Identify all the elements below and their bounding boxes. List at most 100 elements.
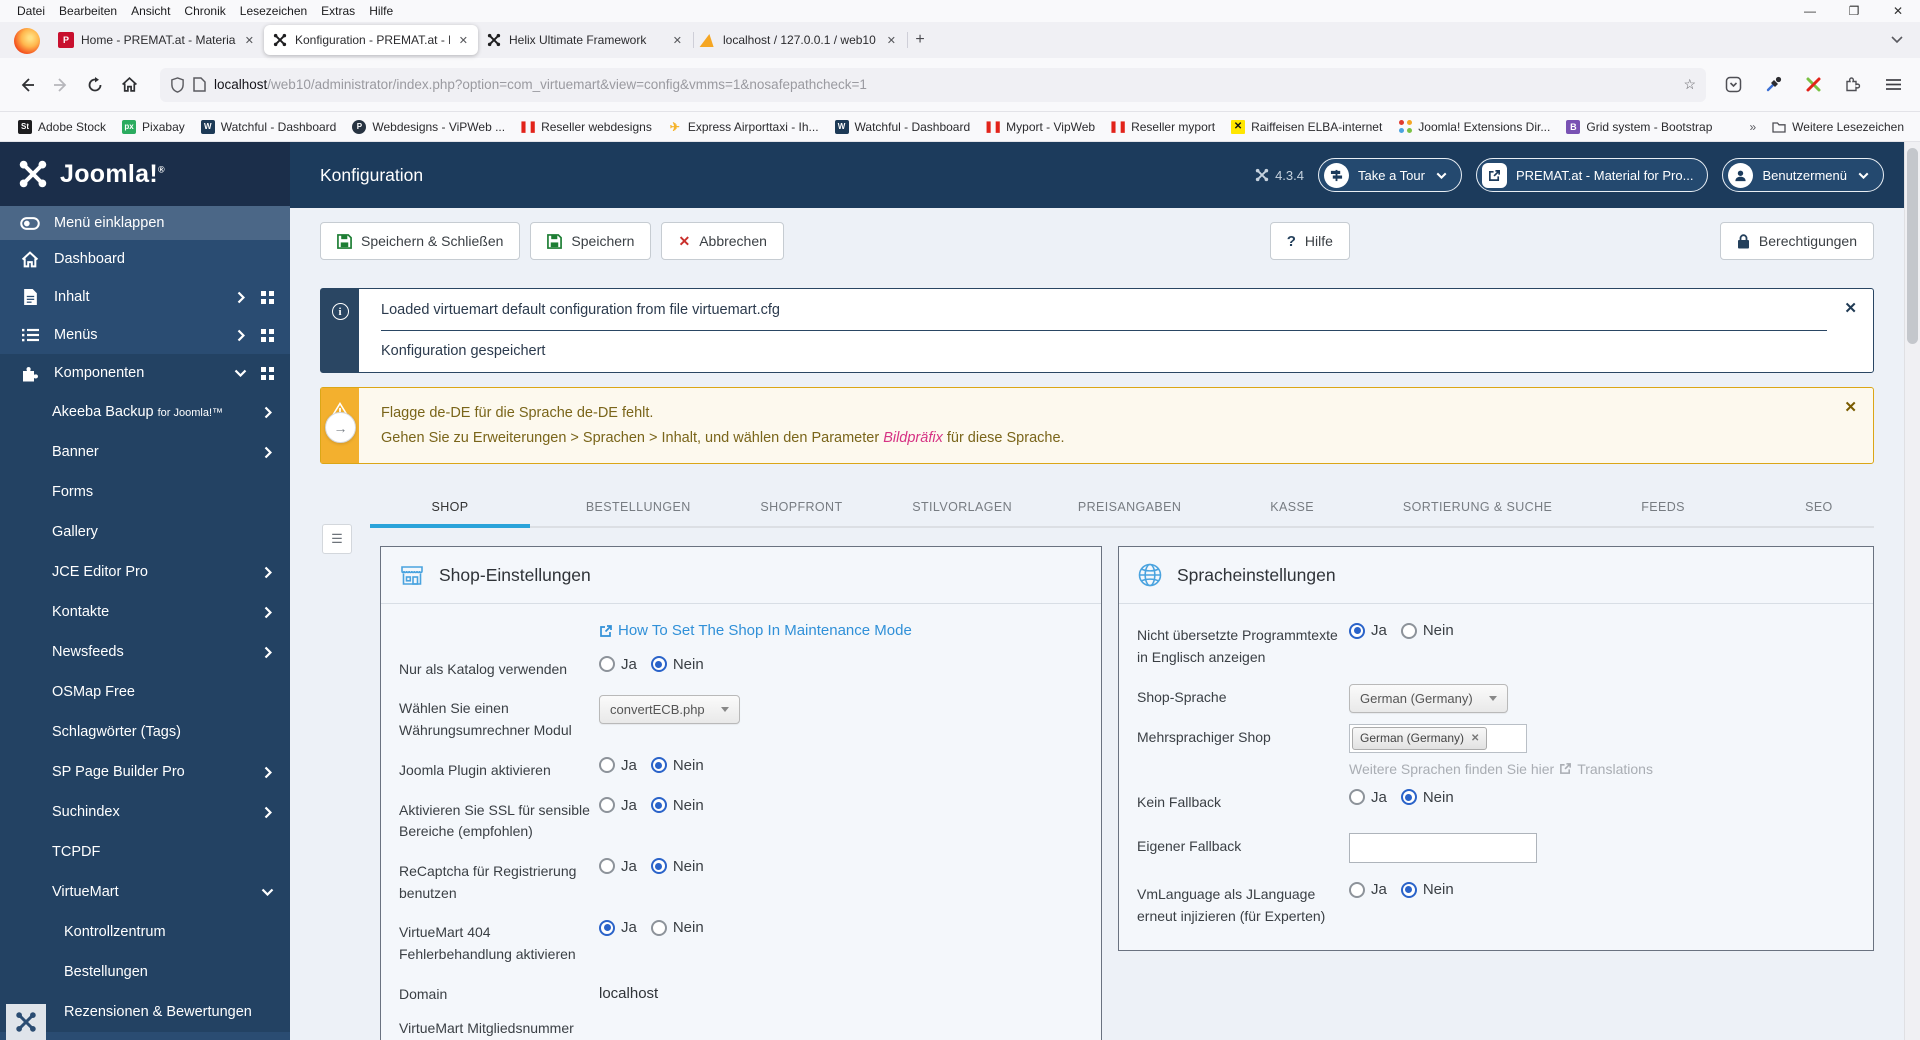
menu-datei[interactable]: Datei — [10, 2, 52, 20]
shield-icon[interactable] — [170, 76, 185, 93]
radio-ja[interactable]: Ja — [599, 757, 637, 774]
page-info-icon[interactable] — [193, 77, 206, 92]
help-button[interactable]: ? Hilfe — [1269, 222, 1350, 260]
bookmark-adobe-stock[interactable]: St Adobe Stock — [12, 117, 112, 137]
currency-module-select[interactable]: convertECB.php — [599, 695, 740, 725]
bookmark-myport[interactable]: ❚❚ Myport - VipWeb — [980, 117, 1101, 137]
sidebar-item-forms[interactable]: Forms — [0, 472, 290, 512]
radio-nein[interactable]: Nein — [1400, 789, 1454, 806]
more-bookmarks-button[interactable]: Weitere Lesezeichen — [1766, 117, 1908, 137]
menu-extras[interactable]: Extras — [314, 2, 362, 20]
bookmark-raiffeisen[interactable]: ✕ Raiffeisen ELBA-internet — [1225, 117, 1388, 137]
bookmark-reseller-webdesigns[interactable]: ❚❚ Reseller webdesigns — [515, 117, 658, 137]
tab-preisangaben[interactable]: PREISANGABEN — [1068, 490, 1191, 526]
browser-tab-home[interactable]: P Home - PREMAT.at - Material fo ✕ — [50, 25, 266, 55]
extension-x-icon[interactable] — [1796, 68, 1830, 102]
window-restore-button[interactable]: ❐ — [1832, 0, 1876, 22]
app-menu-icon[interactable] — [1876, 68, 1910, 102]
tab-close-icon[interactable]: ✕ — [671, 34, 684, 47]
bookmarks-overflow-chevron[interactable]: » — [1743, 120, 1762, 134]
page-scrollbar[interactable] — [1904, 142, 1920, 1040]
radio-ja[interactable]: Ja — [599, 919, 637, 936]
bookmark-joomla-extensions[interactable]: Joomla! Extensions Dir... — [1392, 117, 1556, 137]
window-minimize-button[interactable]: — — [1788, 0, 1832, 22]
collapse-arrow-button[interactable]: → — [325, 412, 356, 443]
sidebar-item-suchindex[interactable]: Suchindex — [0, 792, 290, 832]
radio-ja[interactable]: Ja — [1349, 622, 1387, 639]
tab-sortierung-suche[interactable]: SORTIERUNG & SUCHE — [1393, 490, 1562, 526]
reload-icon[interactable] — [78, 68, 112, 102]
sidebar-item-newsfeeds[interactable]: Newsfeeds — [0, 632, 290, 672]
bookmark-watchful[interactable]: W Watchful - Dashboard — [195, 117, 343, 137]
radio-nein[interactable]: Nein — [650, 797, 704, 814]
tab-shopfront[interactable]: SHOPFRONT — [746, 490, 856, 526]
tab-kasse[interactable]: KASSE — [1237, 490, 1347, 526]
sidebar-item-sp-page-builder[interactable]: SP Page Builder Pro — [0, 752, 290, 792]
radio-nein[interactable]: Nein — [650, 858, 704, 875]
joomla-badge[interactable] — [6, 1004, 46, 1040]
bookmark-webdesigns[interactable]: P Webdesigns - ViPWeb ... — [346, 117, 511, 137]
tab-close-icon[interactable]: ✕ — [885, 34, 898, 47]
url-text[interactable]: localhost/web10/administrator/index.php?… — [214, 77, 1675, 92]
tab-close-icon[interactable]: ✕ — [243, 34, 256, 47]
dashboard-grid-icon[interactable] — [261, 290, 274, 304]
radio-nein[interactable]: Nein — [650, 757, 704, 774]
language-tag[interactable]: German (Germany) ✕ — [1352, 726, 1488, 750]
sidebar-item-gallery[interactable]: Gallery — [0, 512, 290, 552]
new-tab-button[interactable]: + — [906, 26, 934, 54]
eyedropper-icon[interactable] — [1756, 68, 1790, 102]
tag-remove-icon[interactable]: ✕ — [1471, 733, 1479, 744]
bookmark-reseller-myport[interactable]: ❚❚ Reseller myport — [1105, 117, 1221, 137]
cancel-button[interactable]: ✕ Abbrechen — [661, 222, 784, 260]
dashboard-grid-icon[interactable] — [261, 366, 274, 380]
radio-ja[interactable]: Ja — [599, 656, 637, 673]
scrollbar-thumb[interactable] — [1907, 148, 1918, 344]
close-icon[interactable]: ✕ — [1844, 398, 1857, 416]
panel-menu-button[interactable]: ☰ — [322, 524, 352, 554]
menu-bearbeiten[interactable]: Bearbeiten — [52, 2, 124, 20]
bookmark-watchful-2[interactable]: W Watchful - Dashboard — [829, 117, 977, 137]
tab-feeds[interactable]: FEEDS — [1608, 490, 1718, 526]
shop-language-select[interactable]: German (Germany) — [1349, 683, 1508, 713]
bookmark-bootstrap[interactable]: B Grid system - Bootstrap — [1560, 117, 1718, 137]
save-button[interactable]: Speichern — [530, 222, 652, 260]
sidebar-item-tcpdf[interactable]: TCPDF — [0, 832, 290, 872]
own-fallback-input[interactable] — [1349, 833, 1537, 864]
bookmark-airporttaxi[interactable]: ✈ Express Airporttaxi - Ih... — [662, 117, 825, 137]
radio-ja[interactable]: Ja — [599, 858, 637, 875]
tab-shop[interactable]: SHOP — [370, 490, 530, 529]
tab-close-icon[interactable]: ✕ — [457, 34, 470, 47]
browser-tab-phpmyadmin[interactable]: localhost / 127.0.0.1 / web10 | p ✕ — [692, 25, 908, 55]
radio-nein[interactable]: Nein — [1400, 622, 1454, 639]
forward-icon[interactable] — [44, 68, 78, 102]
sidebar-item-menu-einklappen[interactable]: Menü einklappen — [0, 206, 290, 240]
extension-puzzle-icon[interactable] — [1836, 68, 1870, 102]
sidebar-item-kontrollzentrum[interactable]: Kontrollzentrum — [0, 912, 290, 952]
sidebar-item-komponenten[interactable]: Komponenten — [0, 354, 290, 392]
radio-nein[interactable]: Nein — [1400, 881, 1454, 898]
save-close-button[interactable]: Speichern & Schließen — [320, 222, 521, 260]
menu-ansicht[interactable]: Ansicht — [124, 2, 177, 20]
radio-ja[interactable]: Ja — [1349, 881, 1387, 898]
dashboard-grid-icon[interactable] — [261, 328, 274, 342]
window-close-button[interactable]: ✕ — [1876, 0, 1920, 22]
browser-tab-helix[interactable]: Helix Ultimate Framework ✕ — [478, 25, 694, 55]
sidebar-item-bestellungen[interactable]: Bestellungen — [0, 952, 290, 992]
multilanguage-tagbox[interactable]: German (Germany) ✕ — [1349, 723, 1527, 753]
radio-nein[interactable]: Nein — [650, 919, 704, 936]
pocket-chevron-icon[interactable] — [1716, 68, 1750, 102]
browser-tab-konfiguration[interactable]: Konfiguration - PREMAT.at - M ✕ — [264, 25, 478, 55]
url-bar[interactable]: localhost/web10/administrator/index.php?… — [160, 67, 1706, 102]
preview-site-button[interactable]: PREMAT.at - Material for Pro... — [1475, 158, 1709, 192]
sidebar-item-menus[interactable]: Menüs — [0, 316, 290, 354]
maintenance-mode-link[interactable]: How To Set The Shop In Maintenance Mode — [599, 622, 912, 639]
sidebar-item-akeeba-backup[interactable]: Akeeba Backup for Joomla!™ — [0, 392, 290, 432]
sidebar-item-tags[interactable]: Schlagwörter (Tags) — [0, 712, 290, 752]
sidebar-item-osmap[interactable]: OSMap Free — [0, 672, 290, 712]
sidebar-item-dashboard[interactable]: Dashboard — [0, 240, 290, 278]
close-icon[interactable]: ✕ — [1844, 299, 1857, 317]
sidebar-item-banner[interactable]: Banner — [0, 432, 290, 472]
home-icon[interactable] — [112, 68, 146, 102]
list-all-tabs-icon[interactable] — [1882, 26, 1912, 54]
radio-ja[interactable]: Ja — [1349, 789, 1387, 806]
